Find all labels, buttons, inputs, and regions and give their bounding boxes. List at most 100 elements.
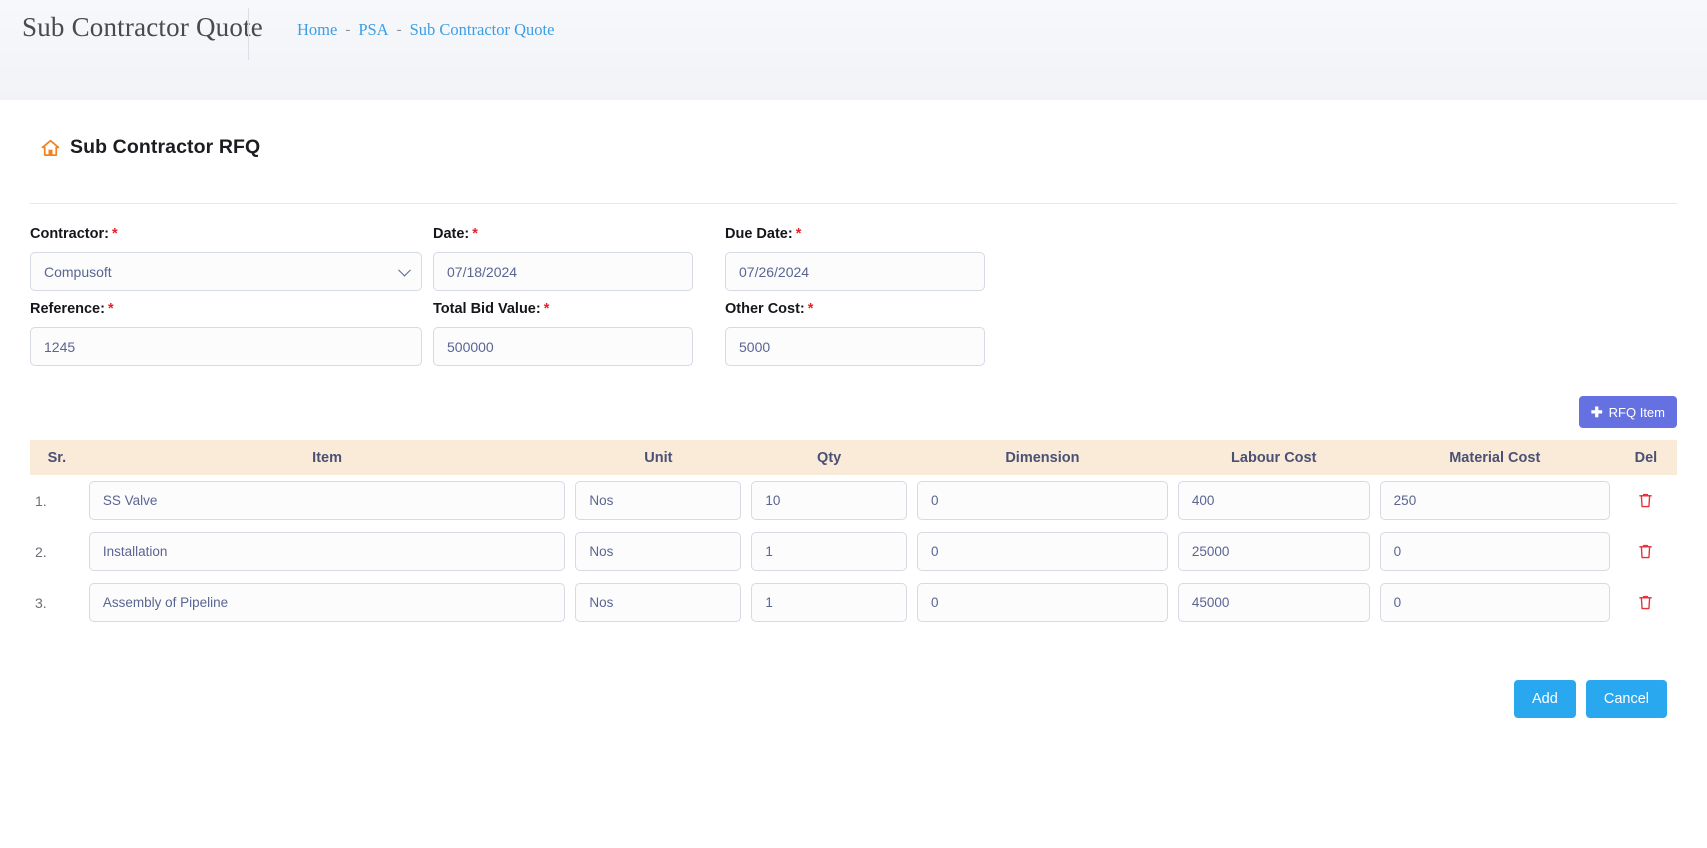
labour-cost-input[interactable]: 400: [1177, 481, 1370, 520]
date-input-value: 07/18/2024: [447, 263, 518, 280]
label-due-date-text: Due Date:: [725, 226, 793, 242]
cell-unit: Nos: [570, 526, 747, 577]
form-row-1: Contractor: * Compusoft Date: * 07/18/2024…: [30, 226, 1677, 291]
date-input[interactable]: 07/18/2024: [433, 252, 693, 291]
breadcrumb: Home - PSA - Sub Contractor Quote: [249, 8, 554, 40]
material-cost-input[interactable]: 0: [1379, 532, 1610, 571]
field-due-date: Due Date: * 07/26/2024: [725, 226, 985, 291]
item-input[interactable]: SS Valve: [88, 481, 566, 520]
cell-qty: 1: [746, 577, 912, 628]
breadcrumb-separator: -: [396, 21, 402, 38]
qty-input[interactable]: 1: [751, 532, 907, 571]
trash-icon[interactable]: [1638, 543, 1653, 560]
plus-icon: ✚: [1590, 404, 1603, 420]
contractor-select[interactable]: Compusoft: [30, 252, 422, 291]
required-marker: *: [543, 301, 550, 317]
qty-input-value: 1: [765, 544, 773, 559]
required-marker: *: [807, 301, 814, 317]
field-date: Date: * 07/18/2024: [433, 226, 693, 291]
row-index: 3.: [30, 577, 84, 628]
cell-labour-cost: 25000: [1172, 526, 1375, 577]
cell-item: SS Valve: [83, 475, 571, 526]
qty-input-value: 10: [765, 493, 781, 508]
label-contractor: Contractor: *: [30, 226, 422, 242]
table-header-row: Sr. Item Unit Qty Dimension Labour Cost …: [30, 440, 1677, 475]
trash-icon[interactable]: [1638, 492, 1653, 509]
add-button[interactable]: Add: [1513, 680, 1576, 718]
cell-material-cost: 250: [1374, 475, 1615, 526]
qty-input[interactable]: 1: [751, 583, 907, 622]
total-bid-value-input-value: 500000: [447, 338, 494, 355]
breadcrumb-item-psa[interactable]: PSA: [358, 20, 388, 40]
item-input[interactable]: Installation: [88, 532, 566, 571]
other-cost-input[interactable]: 5000: [725, 327, 985, 366]
total-bid-value-input[interactable]: 500000: [433, 327, 693, 366]
field-other-cost: Other Cost: * 5000: [725, 301, 985, 366]
add-rfq-item-button[interactable]: ✚ RFQ Item: [1578, 396, 1677, 428]
reference-input-value: 1245: [44, 338, 76, 355]
column-header-qty: Qty: [746, 440, 912, 475]
cell-unit: Nos: [570, 577, 747, 628]
row-index: 2.: [30, 526, 84, 577]
due-date-input-value: 07/26/2024: [739, 263, 810, 280]
form-actions: Add Cancel: [30, 680, 1677, 718]
qty-input[interactable]: 10: [751, 481, 907, 520]
label-other-cost-text: Other Cost:: [725, 301, 805, 317]
column-header-unit: Unit: [570, 440, 747, 475]
field-contractor: Contractor: * Compusoft: [30, 226, 422, 291]
breadcrumb-item-home[interactable]: Home: [297, 20, 337, 40]
required-marker: *: [795, 226, 802, 242]
unit-input[interactable]: Nos: [575, 532, 742, 571]
item-input-value: SS Valve: [102, 493, 158, 508]
material-cost-input[interactable]: 0: [1379, 583, 1610, 622]
table-row: 1. SS Valve Nos 10 0 400 250: [30, 475, 1677, 526]
labour-cost-input-value: 45000: [1191, 595, 1230, 610]
qty-input-value: 1: [765, 595, 773, 610]
dimension-input[interactable]: 0: [916, 583, 1168, 622]
dimension-input[interactable]: 0: [916, 481, 1168, 520]
table-row: 2. Installation Nos 1 0 25000 0: [30, 526, 1677, 577]
label-reference-text: Reference:: [30, 301, 105, 317]
page-title: Sub Contractor Quote: [22, 12, 263, 42]
due-date-input[interactable]: 07/26/2024: [725, 252, 985, 291]
field-reference: Reference: * 1245: [30, 301, 422, 366]
cell-unit: Nos: [570, 475, 747, 526]
column-header-dimension: Dimension: [911, 440, 1173, 475]
cancel-button[interactable]: Cancel: [1585, 680, 1667, 718]
trash-icon[interactable]: [1638, 594, 1653, 611]
material-cost-input[interactable]: 250: [1379, 481, 1610, 520]
table-header: Sr. Item Unit Qty Dimension Labour Cost …: [30, 440, 1677, 475]
cell-delete: [1614, 577, 1677, 628]
card-title: Sub Contractor RFQ: [70, 136, 261, 158]
cell-dimension: 0: [911, 577, 1173, 628]
add-rfq-item-label: RFQ Item: [1608, 404, 1665, 420]
header-divider: [30, 203, 1677, 204]
card-header: Sub Contractor RFQ: [30, 136, 1677, 159]
content-card: Sub Contractor RFQ Contractor: * Compusof…: [8, 108, 1699, 848]
cell-dimension: 0: [911, 526, 1173, 577]
labour-cost-input[interactable]: 45000: [1177, 583, 1370, 622]
labour-cost-input-value: 400: [1191, 493, 1215, 508]
required-marker: *: [107, 301, 114, 317]
labour-cost-input[interactable]: 25000: [1177, 532, 1370, 571]
unit-input[interactable]: Nos: [575, 481, 742, 520]
reference-input[interactable]: 1245: [30, 327, 422, 366]
labour-cost-input-value: 25000: [1191, 544, 1230, 559]
top-bar: Sub Contractor Quote Home - PSA - Sub Co…: [0, 0, 1707, 100]
dimension-input[interactable]: 0: [916, 532, 1168, 571]
breadcrumb-item-current: Sub Contractor Quote: [409, 20, 555, 39]
dimension-input-value: 0: [930, 493, 939, 508]
label-other-cost: Other Cost: *: [725, 301, 985, 317]
material-cost-input-value: 0: [1393, 544, 1402, 559]
chevron-down-icon: [398, 263, 411, 277]
column-header-material-cost: Material Cost: [1374, 440, 1615, 475]
unit-input-value: Nos: [589, 544, 614, 559]
item-input[interactable]: Assembly of Pipeline: [88, 583, 566, 622]
table-body: 1. SS Valve Nos 10 0 400 250 2. Installa…: [30, 475, 1677, 628]
form-row-2: Reference: * 1245 Total Bid Value: * 50000…: [30, 301, 1677, 366]
unit-input[interactable]: Nos: [575, 583, 742, 622]
required-marker: *: [472, 226, 478, 242]
toolbar: ✚ RFQ Item: [30, 396, 1677, 428]
label-due-date: Due Date: *: [725, 226, 985, 242]
home-icon: [40, 138, 61, 158]
